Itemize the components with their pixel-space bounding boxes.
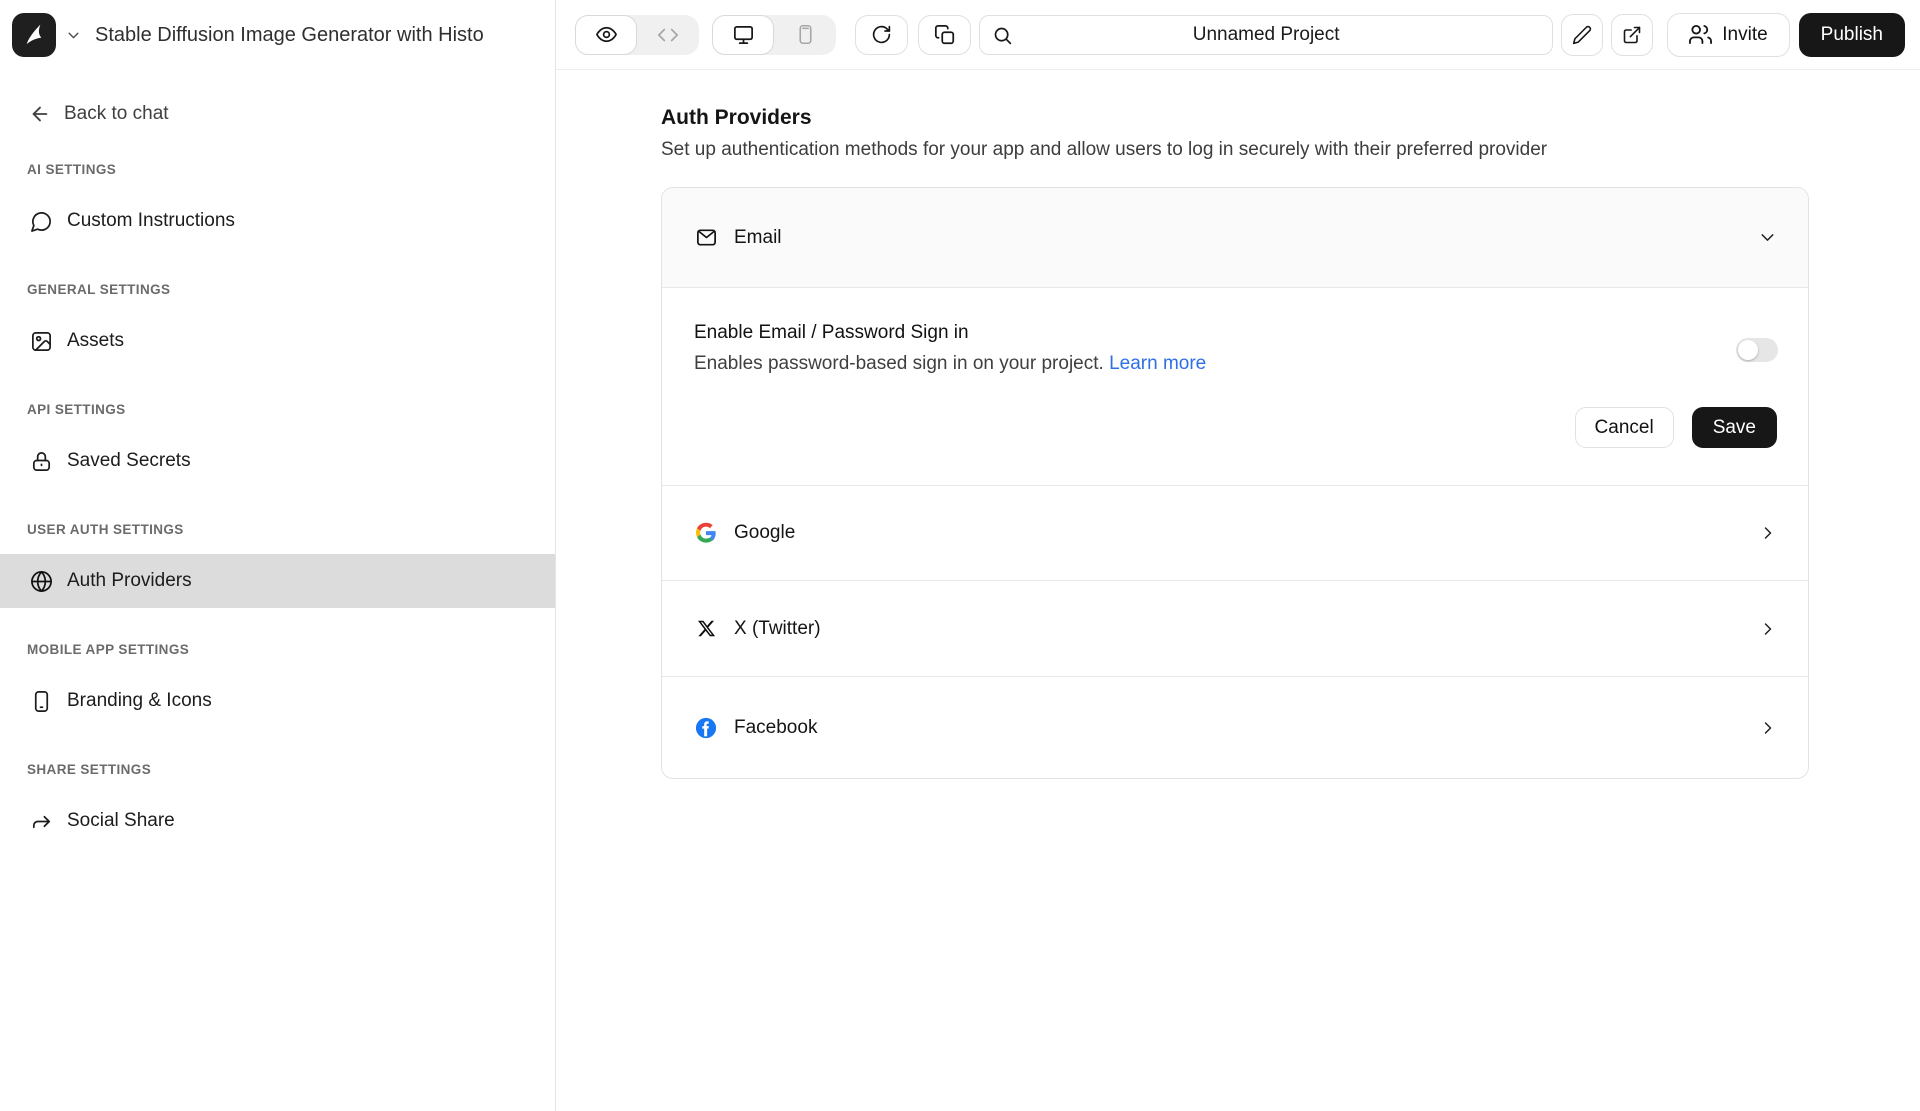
email-provider-header[interactable]: Email	[662, 188, 1808, 288]
copy-icon	[934, 24, 956, 46]
auth-providers-card: Email Enable Email / Password Sign in En…	[661, 187, 1809, 779]
section-title: API SETTINGS	[27, 402, 555, 417]
email-settings-actions: Cancel Save	[1575, 407, 1777, 448]
eye-icon	[595, 23, 618, 46]
back-to-chat-button[interactable]: Back to chat	[29, 100, 555, 128]
google-provider-label: Google	[734, 522, 795, 544]
refresh-icon	[871, 24, 892, 45]
app-title: Stable Diffusion Image Generator with Hi…	[95, 24, 484, 47]
sidebar-header: Stable Diffusion Image Generator with Hi…	[0, 0, 555, 70]
email-provider-label: Email	[734, 227, 782, 249]
project-search-input[interactable]: Unnamed Project	[979, 15, 1553, 55]
email-toggle-description: Enables password-based sign in on your p…	[694, 353, 1776, 375]
email-toggle-description-text: Enables password-based sign in on your p…	[694, 353, 1104, 374]
code-view-button[interactable]	[637, 15, 699, 55]
share-forward-icon	[29, 809, 53, 833]
publish-button[interactable]: Publish	[1799, 13, 1905, 57]
external-link-icon	[1622, 25, 1642, 45]
view-mode-toggle	[575, 15, 699, 55]
code-icon	[657, 24, 679, 46]
section-title: USER AUTH SETTINGS	[27, 522, 555, 537]
top-toolbar: Unnamed Project Invite Publish	[556, 0, 1920, 70]
pencil-icon	[1572, 25, 1592, 45]
lock-icon	[29, 449, 53, 473]
users-icon	[1689, 23, 1712, 46]
arrow-left-icon	[29, 103, 51, 125]
sidebar-item-custom-instructions[interactable]: Custom Instructions	[0, 194, 555, 248]
page-subtitle: Set up authentication methods for your a…	[661, 139, 1920, 161]
sidebar-item-label: Social Share	[67, 810, 175, 832]
image-icon	[29, 329, 53, 353]
sidebar-section-ai: AI SETTINGS Custom Instructions	[0, 162, 555, 248]
chevron-right-icon	[1758, 619, 1778, 639]
main-panel: Unnamed Project Invite Publish Auth Prov…	[556, 0, 1920, 1111]
save-button[interactable]: Save	[1692, 407, 1777, 448]
project-name-text: Unnamed Project	[980, 16, 1552, 54]
section-title: SHARE SETTINGS	[27, 762, 555, 777]
refresh-button[interactable]	[855, 15, 908, 55]
google-provider-row[interactable]: Google	[662, 486, 1808, 581]
sidebar-item-label: Assets	[67, 330, 124, 352]
sidebar-item-label: Custom Instructions	[67, 210, 235, 232]
chevron-right-icon	[1758, 718, 1778, 738]
app-window: Stable Diffusion Image Generator with Hi…	[0, 0, 1920, 1111]
back-to-chat-label: Back to chat	[64, 103, 169, 125]
invite-button[interactable]: Invite	[1667, 13, 1789, 57]
cancel-button[interactable]: Cancel	[1575, 407, 1674, 448]
sidebar-section-api: API SETTINGS Saved Secrets	[0, 402, 555, 488]
sidebar-item-social-share[interactable]: Social Share	[0, 794, 555, 848]
sidebar-section-user-auth: USER AUTH SETTINGS Auth Providers	[0, 522, 555, 608]
facebook-icon	[694, 716, 718, 740]
duplicate-button[interactable]	[918, 15, 971, 55]
sidebar-item-label: Saved Secrets	[67, 450, 191, 472]
rename-project-button[interactable]	[1561, 14, 1603, 56]
x-twitter-icon	[694, 617, 718, 641]
smartphone-icon	[795, 24, 816, 45]
chat-bubble-icon	[29, 209, 53, 233]
monitor-icon	[732, 23, 755, 46]
smartphone-icon	[29, 689, 53, 713]
email-password-toggle[interactable]	[1736, 338, 1778, 362]
x-twitter-provider-label: X (Twitter)	[734, 618, 821, 640]
learn-more-link[interactable]: Learn more	[1109, 353, 1206, 374]
chevron-right-icon	[1758, 523, 1778, 543]
sidebar-item-branding-icons[interactable]: Branding & Icons	[0, 674, 555, 728]
email-toggle-title: Enable Email / Password Sign in	[694, 322, 1776, 344]
search-icon	[992, 25, 1013, 46]
desktop-view-button[interactable]	[712, 15, 774, 55]
chevron-down-icon	[1757, 227, 1778, 248]
settings-sidebar: Stable Diffusion Image Generator with Hi…	[0, 0, 556, 1111]
x-twitter-provider-row[interactable]: X (Twitter)	[662, 581, 1808, 677]
toggle-knob	[1738, 340, 1758, 360]
facebook-provider-label: Facebook	[734, 717, 817, 739]
logo-swoosh-icon	[20, 21, 48, 49]
google-icon	[694, 521, 718, 545]
mobile-view-button[interactable]	[774, 15, 836, 55]
mail-icon	[694, 226, 718, 250]
section-title: GENERAL SETTINGS	[27, 282, 555, 297]
invite-label: Invite	[1722, 24, 1767, 46]
section-title: MOBILE APP SETTINGS	[27, 642, 555, 657]
facebook-provider-row[interactable]: Facebook	[662, 677, 1808, 778]
preview-eye-button[interactable]	[575, 15, 637, 55]
globe-icon	[29, 569, 53, 593]
auth-providers-page: Auth Providers Set up authentication met…	[556, 70, 1920, 1111]
page-title: Auth Providers	[661, 106, 1920, 130]
sidebar-item-label: Branding & Icons	[67, 690, 212, 712]
sidebar-item-auth-providers[interactable]: Auth Providers	[0, 554, 555, 608]
sidebar-section-share: SHARE SETTINGS Social Share	[0, 762, 555, 848]
sidebar-section-general: GENERAL SETTINGS Assets	[0, 282, 555, 368]
sidebar-item-label: Auth Providers	[67, 570, 192, 592]
sidebar-section-mobile: MOBILE APP SETTINGS Branding & Icons	[0, 642, 555, 728]
app-logo[interactable]	[12, 13, 56, 57]
project-menu-chevron-down-icon[interactable]	[65, 27, 82, 44]
sidebar-nav: AI SETTINGS Custom Instructions GENERAL …	[0, 162, 555, 848]
sidebar-item-assets[interactable]: Assets	[0, 314, 555, 368]
device-toggle	[712, 15, 836, 55]
email-provider-settings: Enable Email / Password Sign in Enables …	[662, 288, 1808, 486]
open-in-new-tab-button[interactable]	[1611, 14, 1653, 56]
sidebar-item-saved-secrets[interactable]: Saved Secrets	[0, 434, 555, 488]
section-title: AI SETTINGS	[27, 162, 555, 177]
